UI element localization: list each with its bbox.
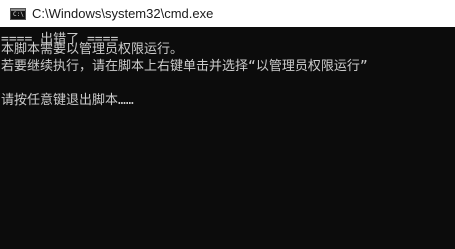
console-line-admin-required: 本脚本需要以管理员权限运行。	[1, 42, 184, 57]
window-title: C:\Windows\system32\cmd.exe	[32, 6, 214, 21]
title-bar[interactable]: C:\ C:\Windows\system32\cmd.exe	[0, 0, 455, 27]
console-line-instructions: 若要继续执行，请在脚本上右键单击并选择“以管理员权限运行”	[1, 59, 368, 74]
console-output[interactable]: ==== 出错了 ==== 本脚本需要以管理员权限运行。 若要继续执行，请在脚本…	[0, 27, 455, 249]
cmd-icon: C:\	[10, 7, 26, 20]
console-line-press-any-key: 请按任意键退出脚本……	[1, 93, 134, 108]
cmd-window: C:\ C:\Windows\system32\cmd.exe ==== 出错了…	[0, 0, 455, 249]
